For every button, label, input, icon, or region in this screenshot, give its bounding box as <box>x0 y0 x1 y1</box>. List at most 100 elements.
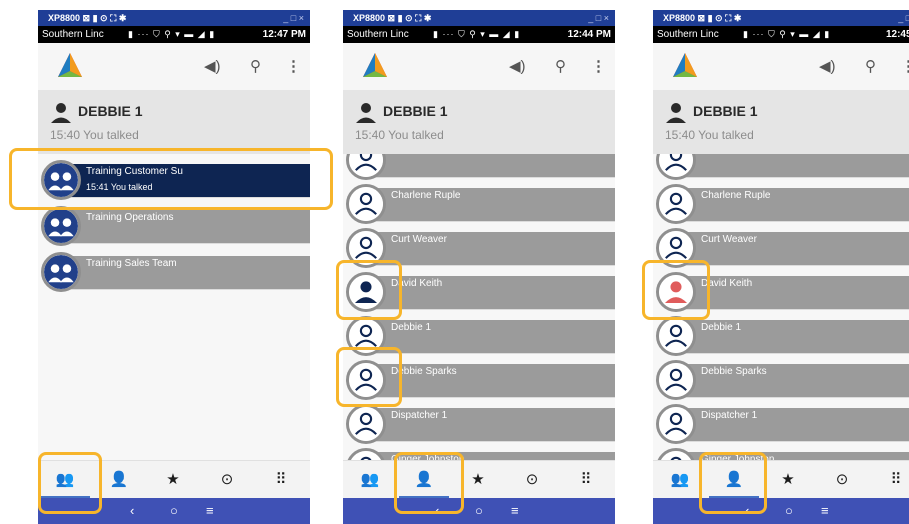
bottom-tab-bar: 👥 👤 ★ ⊙ ⠿ <box>653 460 909 499</box>
groups-icon: 👥 <box>360 471 380 488</box>
list-item-label: Curt Weaver <box>391 234 447 245</box>
star-icon: ★ <box>781 471 795 488</box>
list-item[interactable]: Ginger Johnston <box>343 446 615 460</box>
group-avatar-icon[interactable] <box>41 252 81 292</box>
list-item-label: Training Sales Team <box>86 258 177 269</box>
list-item[interactable]: Charlene Ruple <box>343 182 615 226</box>
list-item[interactable]: Debbie 1 <box>653 314 909 358</box>
person-avatar-icon[interactable] <box>656 404 696 444</box>
search-icon[interactable]: ⚲ <box>250 57 261 75</box>
list-item-bar[interactable] <box>673 154 909 178</box>
person-avatar-icon[interactable] <box>656 184 696 224</box>
search-icon[interactable]: ⚲ <box>865 57 876 75</box>
speaker-icon[interactable]: ◀) <box>819 57 836 75</box>
star-icon: ★ <box>166 471 180 488</box>
tab-star[interactable]: ★ <box>146 461 200 499</box>
list-item-label: Training Operations <box>86 212 174 223</box>
menu-icon[interactable]: ≡ <box>511 503 519 518</box>
highlight-box <box>699 452 767 514</box>
list-item-label: Charlene Ruple <box>701 190 771 201</box>
person-avatar-icon[interactable] <box>346 184 386 224</box>
list-item-label: Dispatcher 1 <box>701 410 758 421</box>
status-time: 12:44 PM <box>567 29 611 40</box>
carrier-name: Southern Linc <box>347 29 409 40</box>
current-call-header: DEBBIE 1 15:40 You talked <box>343 90 615 154</box>
app-bar: ◀) ⚲ ⋮ <box>343 43 615 90</box>
window-title: XP8800 <box>663 13 696 23</box>
triangle-logo-icon <box>669 51 701 79</box>
more-vert-icon[interactable]: ⋮ <box>591 57 606 75</box>
tab-dialpad[interactable]: ⠿ <box>254 461 308 499</box>
list-item[interactable]: Training Sales Team <box>38 250 310 294</box>
tab-star[interactable]: ★ <box>761 461 815 499</box>
person-avatar-icon[interactable] <box>346 154 386 180</box>
window-title-icons: ⊠ ▮ ⊙ ⛶ ✱ <box>697 13 742 23</box>
person-avatar-icon[interactable] <box>656 448 696 460</box>
list-item[interactable]: Dispatcher 1 <box>653 402 909 446</box>
status-bar: Southern Linc ▮ ··· ⛉ ⚲ ▾ ▬ ◢ ▮ 12:47 PM <box>38 26 310 43</box>
home-icon[interactable]: ○ <box>785 503 793 518</box>
dialpad-icon: ⠿ <box>275 471 287 488</box>
back-icon[interactable]: ‹ <box>130 503 134 518</box>
list-item-bar[interactable] <box>363 154 615 178</box>
list-item[interactable] <box>653 154 909 182</box>
more-vert-icon[interactable]: ⋮ <box>901 57 909 75</box>
history-icon: ⊙ <box>220 471 234 488</box>
list-item[interactable]: Charlene Ruple <box>653 182 909 226</box>
person-avatar-icon[interactable] <box>656 154 696 180</box>
speaker-icon[interactable]: ◀) <box>204 57 221 75</box>
window-title-bar: XP8800 ⊠ ▮ ⊙ ⛶ ✱ _ □ × <box>343 10 615 26</box>
last-talked: 15:40 You talked <box>665 128 754 142</box>
highlight-box <box>336 260 402 320</box>
window-controls[interactable]: _ □ × <box>283 10 304 26</box>
group-avatar-icon[interactable] <box>41 206 81 246</box>
home-icon[interactable]: ○ <box>170 503 178 518</box>
window-title-icons: ⊠ ▮ ⊙ ⛶ ✱ <box>82 13 127 23</box>
tab-history[interactable]: ⊙ <box>505 461 559 499</box>
contact-icon: 👤 <box>109 471 129 488</box>
window-title-icons: ⊠ ▮ ⊙ ⛶ ✱ <box>387 13 432 23</box>
status-icons: ▮ ··· ⛉ ⚲ ▾ ▬ ◢ ▮ <box>128 29 216 39</box>
current-call-header: DEBBIE 1 15:40 You talked <box>653 90 909 154</box>
speaker-icon[interactable]: ◀) <box>509 57 526 75</box>
more-vert-icon[interactable]: ⋮ <box>286 57 301 75</box>
status-time: 12:45 P <box>885 29 909 40</box>
window-controls[interactable]: _ □ × <box>588 10 609 26</box>
window-title-bar: XP8800 ⊠ ▮ ⊙ ⛶ ✱ _ □ × <box>38 10 310 26</box>
highlight-box <box>394 452 464 514</box>
list-item[interactable]: Dispatcher 1 <box>343 402 615 446</box>
list-item[interactable] <box>343 154 615 182</box>
bottom-tab-bar: 👥 👤 ★ ⊙ ⠿ <box>343 460 615 499</box>
tab-groups[interactable]: 👥 <box>343 461 397 499</box>
tab-history[interactable]: ⊙ <box>815 461 869 499</box>
tab-dialpad[interactable]: ⠿ <box>869 461 909 499</box>
status-time: 12:47 PM <box>262 29 306 40</box>
app-bar: ◀) ⚲ ⋮ <box>653 43 909 90</box>
window-controls[interactable]: _ □ × <box>898 10 909 26</box>
person-icon <box>50 102 72 124</box>
person-avatar-icon[interactable] <box>346 404 386 444</box>
tab-dialpad[interactable]: ⠿ <box>559 461 613 499</box>
system-nav-bar: ‹ ○ ≡ <box>653 498 909 524</box>
list-item[interactable]: Debbie Sparks <box>653 358 909 402</box>
carrier-name: Southern Linc <box>42 29 104 40</box>
carrier-name: Southern Linc <box>657 29 719 40</box>
person-avatar-icon[interactable] <box>656 316 696 356</box>
menu-icon[interactable]: ≡ <box>206 503 214 518</box>
status-icons: ▮ ··· ⛉ ⚲ ▾ ▬ ◢ ▮ <box>433 29 521 39</box>
person-avatar-icon[interactable] <box>346 448 386 460</box>
menu-icon[interactable]: ≡ <box>821 503 829 518</box>
highlight-box <box>38 452 102 514</box>
tab-history[interactable]: ⊙ <box>200 461 254 499</box>
highlight-box <box>9 148 333 210</box>
list-item[interactable]: Ginger Johnston <box>653 446 909 460</box>
home-icon[interactable]: ○ <box>475 503 483 518</box>
status-bar: Southern Linc ▮ ··· ⛉ ⚲ ▾ ▬ ◢ ▮ 12:44 PM <box>343 26 615 43</box>
triangle-logo-icon <box>359 51 391 79</box>
search-icon[interactable]: ⚲ <box>555 57 566 75</box>
contact-name: DEBBIE 1 <box>383 103 448 119</box>
list-item[interactable]: Training Operations <box>38 204 310 248</box>
triangle-logo-icon <box>54 51 86 79</box>
person-icon <box>665 102 687 124</box>
person-avatar-icon[interactable] <box>656 360 696 400</box>
